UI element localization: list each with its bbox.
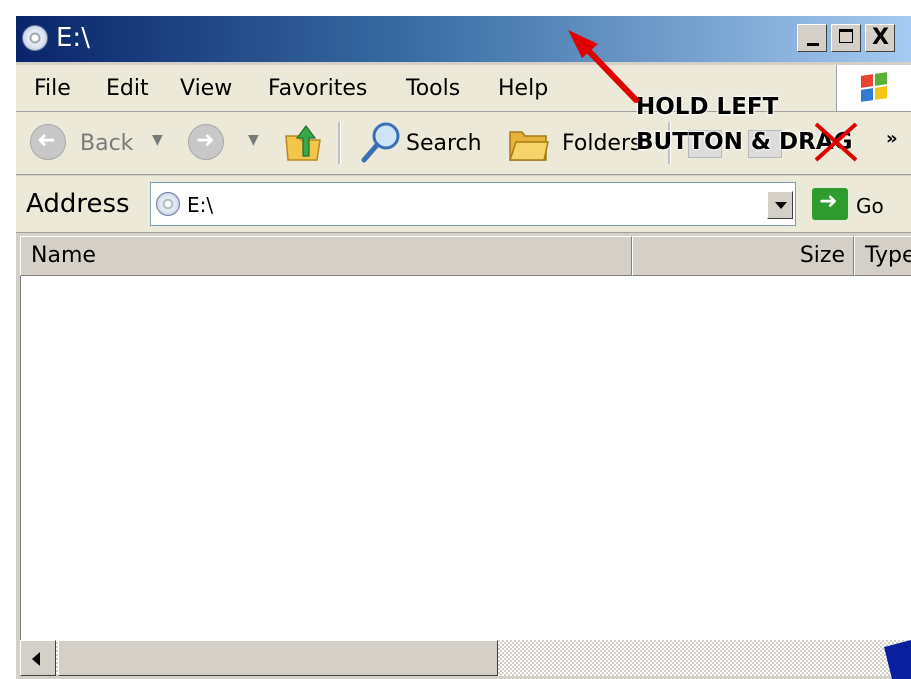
go-arrow-icon[interactable] (812, 188, 848, 220)
back-arrow-icon[interactable] (30, 124, 66, 160)
scroll-left-button[interactable] (20, 640, 56, 676)
close-button[interactable]: X (865, 24, 895, 52)
horizontal-scrollbar[interactable] (20, 640, 911, 676)
file-list-header: Name Size Type (20, 236, 911, 276)
annotation-line-1: HOLD LEFT (636, 94, 779, 120)
menu-edit[interactable]: Edit (106, 76, 149, 101)
scroll-thumb[interactable] (58, 640, 498, 676)
back-button-label[interactable]: Back (80, 131, 133, 156)
folders-button-label[interactable]: Folders (562, 131, 641, 156)
toolbar-overflow-icon[interactable]: » (886, 128, 898, 149)
toolbar-separator (338, 122, 341, 164)
back-dropdown-icon[interactable]: ▼ (152, 132, 163, 148)
go-button-label[interactable]: Go (856, 194, 884, 218)
search-button-label[interactable]: Search (406, 131, 482, 156)
file-list-area[interactable] (20, 276, 911, 640)
maximize-button[interactable] (831, 24, 861, 52)
menu-favorites[interactable]: Favorites (268, 76, 367, 101)
cd-drive-icon (22, 25, 48, 51)
column-header-type[interactable]: Type (854, 236, 911, 276)
menu-file[interactable]: File (34, 76, 71, 101)
address-value[interactable]: E:\ (187, 193, 213, 217)
menu-help[interactable]: Help (498, 76, 548, 101)
search-icon[interactable] (360, 120, 404, 164)
address-label: Address (26, 189, 130, 219)
address-dropdown-button[interactable] (767, 191, 793, 219)
menu-tools[interactable]: Tools (406, 76, 460, 101)
forward-arrow-icon[interactable] (188, 124, 224, 160)
title-bar[interactable]: E:\ X (16, 16, 911, 62)
forward-dropdown-icon[interactable]: ▼ (248, 132, 259, 148)
column-header-name[interactable]: Name (20, 236, 632, 276)
column-header-size[interactable]: Size (632, 236, 854, 276)
window-title: E:\ (56, 23, 90, 53)
address-bar: Address E:\ Go (16, 176, 911, 233)
cd-drive-icon (156, 192, 180, 216)
up-folder-icon[interactable] (284, 122, 322, 162)
windows-logo-icon (836, 65, 911, 111)
minimize-button[interactable] (797, 24, 827, 52)
close-icon: X (872, 25, 889, 50)
folders-icon[interactable] (508, 126, 550, 162)
address-input[interactable]: E:\ (150, 182, 796, 226)
annotation-line-2: BUTTON & DRAG (636, 129, 853, 155)
menu-view[interactable]: View (180, 76, 232, 101)
